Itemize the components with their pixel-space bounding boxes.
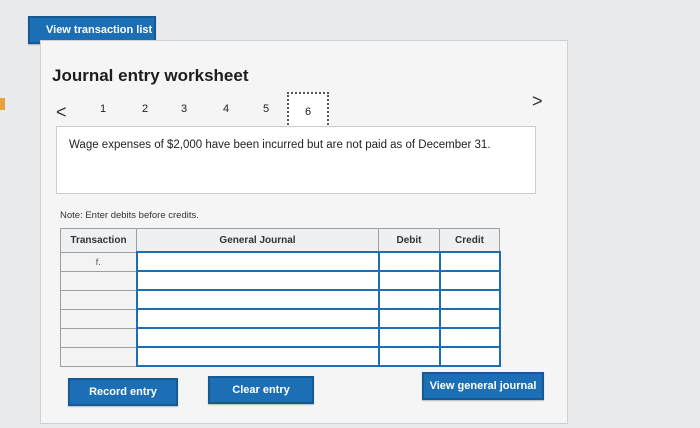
- column-header-transaction: Transaction: [60, 228, 137, 253]
- debit-input[interactable]: [377, 346, 441, 367]
- left-edge-marker: [0, 98, 5, 110]
- transaction-cell: [60, 308, 137, 329]
- credit-input[interactable]: [438, 270, 501, 291]
- step-tab-1[interactable]: 1: [96, 103, 110, 115]
- entry-note: Note: Enter debits before credits.: [60, 210, 199, 221]
- credit-input[interactable]: [438, 327, 501, 348]
- debit-input[interactable]: [377, 270, 441, 291]
- table-row: f.: [60, 251, 501, 272]
- transaction-cell: [60, 270, 137, 291]
- account-input[interactable]: [135, 270, 380, 291]
- account-input[interactable]: [135, 327, 380, 348]
- next-arrow-icon[interactable]: >: [532, 92, 543, 110]
- table-row: [60, 308, 501, 329]
- table-row: [60, 327, 501, 348]
- transaction-cell: [60, 346, 137, 367]
- debit-input[interactable]: [377, 289, 441, 310]
- step-tab-3[interactable]: 3: [177, 103, 191, 115]
- credit-input[interactable]: [438, 289, 501, 310]
- previous-arrow-icon[interactable]: <: [56, 103, 67, 121]
- account-input[interactable]: [135, 308, 380, 329]
- table-row: [60, 289, 501, 310]
- record-entry-button[interactable]: Record entry: [68, 378, 178, 406]
- account-input[interactable]: [135, 251, 380, 272]
- debit-input[interactable]: [377, 308, 441, 329]
- debit-input[interactable]: [377, 327, 441, 348]
- transaction-description: Wage expenses of $2,000 have been incurr…: [56, 126, 536, 194]
- column-header-debit: Debit: [378, 228, 440, 253]
- table-row: [60, 346, 501, 367]
- credit-input[interactable]: [438, 251, 501, 272]
- credit-input[interactable]: [438, 346, 501, 367]
- journal-header-row: Transaction General Journal Debit Credit: [60, 228, 500, 253]
- page-title: Journal entry worksheet: [52, 66, 249, 85]
- debit-input[interactable]: [377, 251, 441, 272]
- account-input[interactable]: [135, 289, 380, 310]
- transaction-cell: f.: [60, 251, 137, 272]
- column-header-credit: Credit: [439, 228, 500, 253]
- transaction-cell: [60, 327, 137, 348]
- step-tab-4[interactable]: 4: [219, 103, 233, 115]
- account-input[interactable]: [135, 346, 380, 367]
- transaction-cell: [60, 289, 137, 310]
- clear-entry-button[interactable]: Clear entry: [208, 376, 314, 404]
- credit-input[interactable]: [438, 308, 501, 329]
- view-general-journal-button[interactable]: View general journal: [422, 372, 544, 400]
- step-tab-5[interactable]: 5: [259, 103, 273, 115]
- step-tab-2[interactable]: 2: [138, 103, 152, 115]
- table-row: [60, 270, 501, 291]
- journal-table: Transaction General Journal Debit Credit…: [60, 228, 501, 367]
- column-header-general-journal: General Journal: [136, 228, 379, 253]
